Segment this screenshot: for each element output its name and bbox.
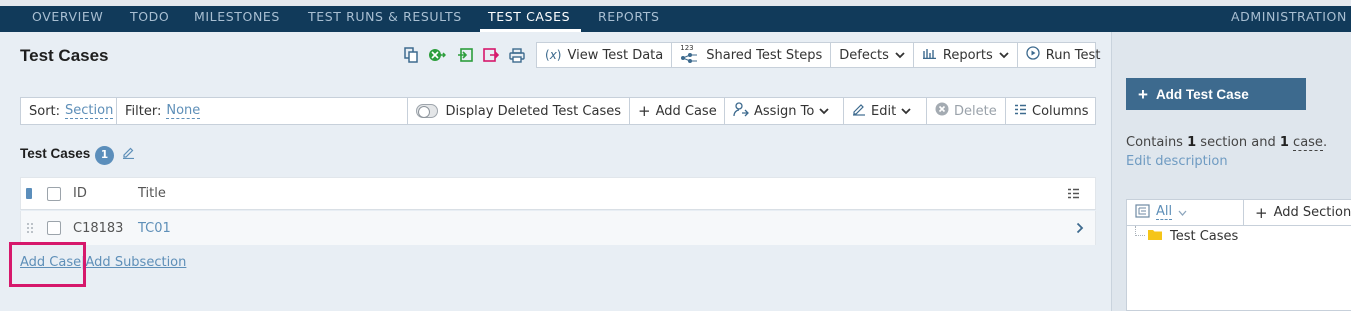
delete-button[interactable]: Delete xyxy=(927,98,1006,124)
column-settings-icon[interactable] xyxy=(1067,178,1080,209)
nav-administration[interactable]: ADMINISTRATION xyxy=(1231,6,1347,32)
display-deleted-label: Display Deleted Test Cases xyxy=(445,103,621,119)
filter-control[interactable]: Filter: None xyxy=(117,98,408,124)
defects-dropdown[interactable]: Defects xyxy=(831,43,914,67)
run-test-label: Run Test xyxy=(1045,47,1101,63)
delete-x-icon xyxy=(935,102,949,120)
add-section-button[interactable]: + Add Section xyxy=(1245,200,1351,225)
cases-count: 1 xyxy=(1279,135,1289,150)
sort-value[interactable]: Section xyxy=(65,103,114,119)
view-test-data-label: View Test Data xyxy=(567,47,664,63)
edit-section-icon[interactable] xyxy=(122,146,135,163)
section-tree: All + Add Section Test Cases xyxy=(1126,199,1351,311)
reports-label: Reports xyxy=(942,47,993,63)
case-id: C18183 xyxy=(73,220,124,236)
highlight-box xyxy=(9,242,86,287)
section-count-badge: 1 xyxy=(95,146,114,165)
period: . xyxy=(1322,135,1328,150)
variable-icon: (x) xyxy=(545,48,562,62)
chevron-down-icon xyxy=(819,104,830,119)
columns-button[interactable]: Columns xyxy=(1006,98,1095,124)
shared-test-steps-button[interactable]: 123 Shared Test Steps xyxy=(672,43,832,67)
view-test-data-button[interactable]: (x) View Test Data xyxy=(537,43,673,67)
column-header-title[interactable]: Title xyxy=(138,178,166,209)
select-all-checkbox[interactable] xyxy=(47,178,61,209)
contains-prefix: Contains xyxy=(1126,135,1183,150)
page-title: Test Cases xyxy=(20,46,109,65)
table-row[interactable]: C18183 TC01 xyxy=(20,211,1096,245)
filter-value[interactable]: None xyxy=(166,103,201,119)
tree-item-test-cases[interactable]: Test Cases xyxy=(1147,228,1238,245)
assign-to-dropdown[interactable]: Assign To xyxy=(725,98,844,124)
tree-filter-dropdown[interactable]: All xyxy=(1127,200,1244,225)
nav-overview[interactable]: OVERVIEW xyxy=(32,6,103,32)
chevron-down-icon xyxy=(901,104,911,119)
filter-label: Filter: xyxy=(125,103,162,119)
columns-label: Columns xyxy=(1032,103,1089,119)
add-case-label: Add Case xyxy=(655,103,717,119)
plus-icon: + xyxy=(638,102,651,120)
reports-dropdown[interactable]: Reports xyxy=(914,43,1018,67)
shared-steps-badge: 123 xyxy=(680,44,694,52)
assign-user-icon xyxy=(733,101,749,121)
add-section-label: Add Section xyxy=(1273,205,1351,220)
nav-todo[interactable]: TODO xyxy=(130,6,169,32)
tree-toolbar: All + Add Section xyxy=(1127,200,1351,226)
tree-connector xyxy=(1135,226,1145,236)
add-case-toolbar-button[interactable]: + Add Case xyxy=(630,98,725,124)
chevron-down-icon xyxy=(999,48,1009,63)
drag-handle-icon[interactable] xyxy=(26,211,34,245)
bar-chart-icon xyxy=(922,47,937,63)
toggle-switch[interactable] xyxy=(416,104,438,118)
sections-count: 1 xyxy=(1187,135,1197,150)
plus-icon: + xyxy=(1138,84,1148,104)
chevron-right-icon[interactable] xyxy=(1076,211,1084,245)
folder-icon xyxy=(1147,228,1163,245)
nav-milestones[interactable]: MILESTONES xyxy=(194,6,280,32)
caret-down-icon xyxy=(1178,205,1187,220)
display-deleted-toggle[interactable]: Display Deleted Test Cases xyxy=(408,98,630,124)
edit-dropdown[interactable]: Edit xyxy=(844,98,927,124)
add-subsection-link[interactable]: Add Subsection xyxy=(86,255,187,270)
copy-icon[interactable] xyxy=(402,46,420,64)
columns-icon xyxy=(1014,104,1027,119)
case-title-link[interactable]: TC01 xyxy=(138,211,171,245)
sort-label: Sort: xyxy=(29,103,61,119)
pencil-icon xyxy=(852,102,866,120)
section-title: Test Cases xyxy=(20,146,91,161)
filter-bar: Sort: Section Filter: None Display Delet… xyxy=(20,97,1096,125)
delete-label: Delete xyxy=(954,103,997,119)
export-icon[interactable] xyxy=(482,46,500,64)
tree-view-icon xyxy=(1135,203,1150,222)
print-icon[interactable] xyxy=(508,46,526,64)
main-navigation: OVERVIEW TODO MILESTONES TEST RUNS & RES… xyxy=(0,6,1351,32)
nav-reports[interactable]: REPORTS xyxy=(598,6,660,32)
toolbar-button-group: (x) View Test Data 123 Shared Test Steps… xyxy=(536,42,1100,68)
tree-filter-value[interactable]: All xyxy=(1156,205,1173,220)
row-checkbox[interactable] xyxy=(47,211,61,245)
move-cases-icon[interactable] xyxy=(428,46,446,64)
select-column-marker xyxy=(26,178,32,209)
edit-label: Edit xyxy=(871,103,897,119)
run-test-button[interactable]: Run Test xyxy=(1018,43,1109,67)
nav-test-runs-results[interactable]: TEST RUNS & RESULTS xyxy=(308,6,462,32)
tree-item-label: Test Cases xyxy=(1170,229,1239,244)
plus-icon: + xyxy=(1255,203,1268,222)
sections-word: section and xyxy=(1200,135,1276,150)
defects-label: Defects xyxy=(839,47,889,63)
cases-word: case xyxy=(1293,135,1323,151)
play-icon xyxy=(1026,46,1040,64)
shared-test-steps-label: Shared Test Steps xyxy=(706,47,823,63)
sort-control[interactable]: Sort: Section xyxy=(21,98,117,124)
import-icon[interactable] xyxy=(456,46,474,64)
edit-description-link[interactable]: Edit description xyxy=(1126,154,1228,169)
assign-to-label: Assign To xyxy=(754,103,815,119)
column-header-id[interactable]: ID xyxy=(73,178,87,209)
suite-summary: Contains 1 section and 1 case. Edit desc… xyxy=(1126,133,1341,171)
shared-steps-icon: 123 xyxy=(680,44,700,63)
chevron-down-icon xyxy=(895,48,905,63)
add-test-case-button[interactable]: + Add Test Case xyxy=(1126,78,1306,110)
add-test-case-label: Add Test Case xyxy=(1155,86,1249,102)
table-header: ID Title xyxy=(20,177,1096,210)
